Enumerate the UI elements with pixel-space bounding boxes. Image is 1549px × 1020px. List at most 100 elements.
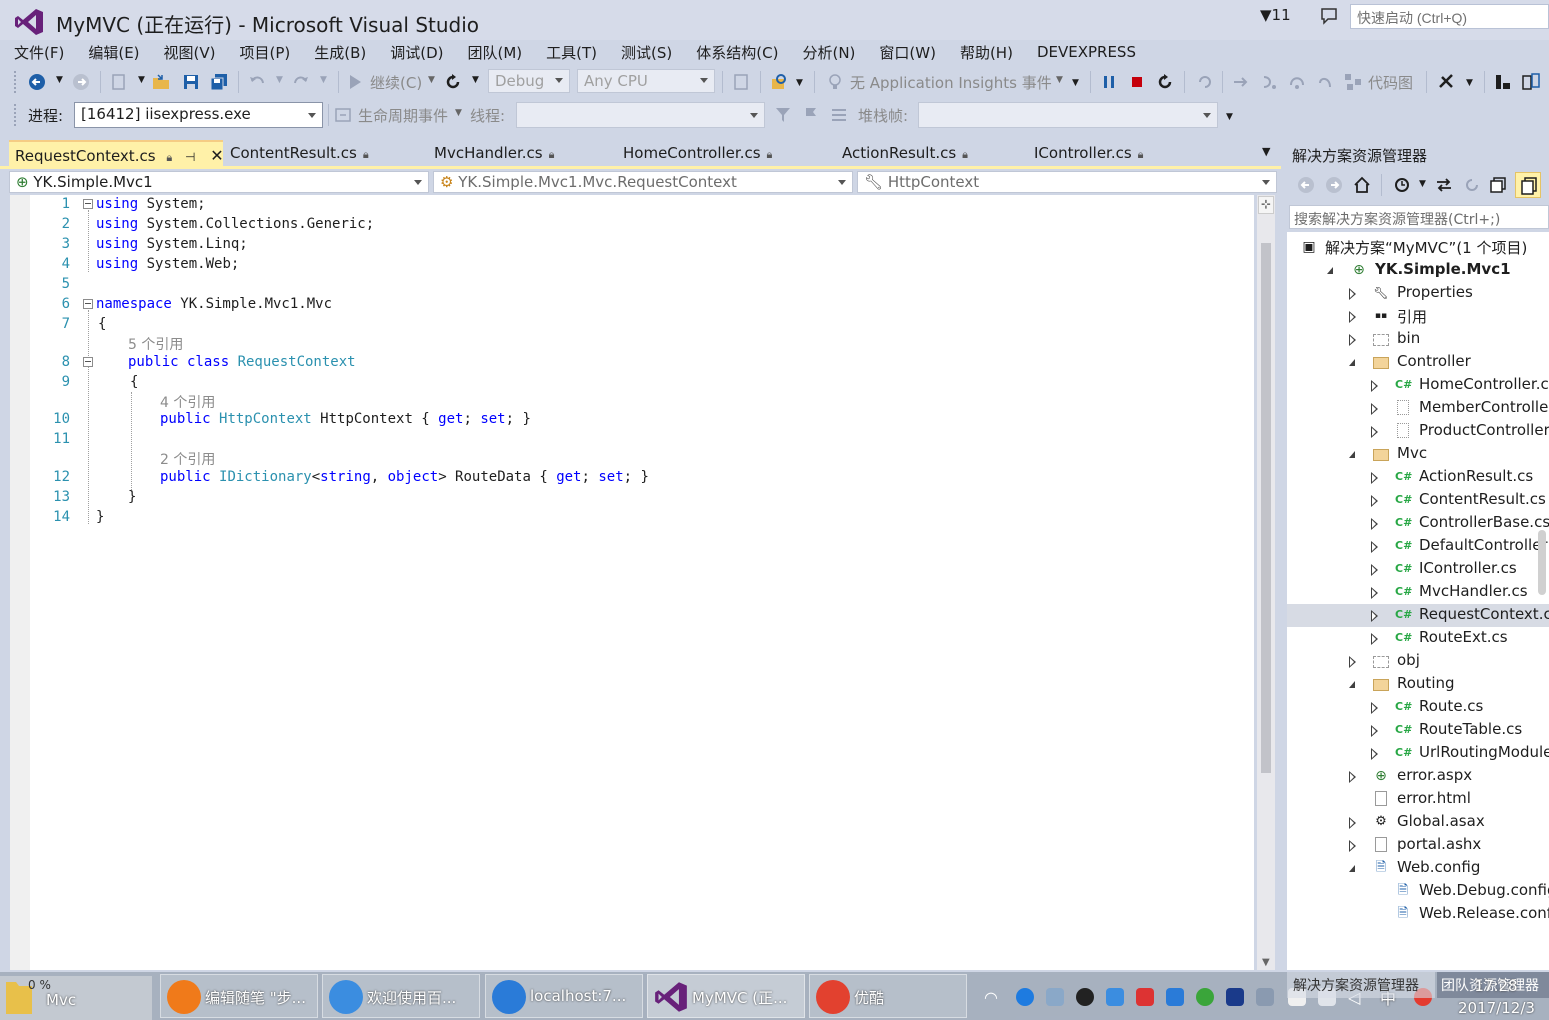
continue-icon[interactable] <box>346 73 364 91</box>
process-select[interactable]: [16412] iisexpress.exe <box>74 102 323 128</box>
tree-item[interactable]: C# ControllerBase.cs <box>1287 512 1549 535</box>
tree-item[interactable]: C# IController.cs <box>1287 558 1549 581</box>
taskbar-youku[interactable]: 优酷 <box>809 974 967 1018</box>
tab-content-result[interactable]: ContentResult.cs 🔒︎ <box>224 140 375 166</box>
close-icon[interactable]: ✕ <box>210 146 223 165</box>
solution-configuration-select[interactable]: Debug <box>488 69 570 93</box>
collapsed-arrow-icon[interactable] <box>1371 587 1378 599</box>
tab-request-context[interactable]: RequestContext.cs 🔒︎ ⊣ ✕ <box>9 140 224 166</box>
tree-item[interactable]: ⊕ YK.Simple.Mvc1 <box>1287 259 1549 282</box>
tree-item[interactable]: 🗎 Web.Debug.config <box>1287 880 1549 903</box>
collapsed-arrow-icon[interactable] <box>1349 840 1356 852</box>
navigate-forward-icon[interactable] <box>72 73 90 91</box>
code-line[interactable]: using System; <box>96 196 206 212</box>
collapsed-arrow-icon[interactable] <box>1349 288 1356 300</box>
continue-button-label[interactable]: 继续(C) <box>370 72 422 93</box>
chevron-down-icon[interactable]: ▼ <box>455 108 462 118</box>
code-lens-references[interactable]: 5 个引用 <box>128 334 183 354</box>
tree-item[interactable]: C# HomeController.cs <box>1287 374 1549 397</box>
tree-item[interactable]: ▣ 解决方案“MyMVC”(1 个项目) <box>1287 236 1549 259</box>
chevron-down-icon[interactable]: ▼ <box>138 75 145 85</box>
code-line[interactable]: public IDictionary<string, object> Route… <box>160 469 649 485</box>
step-out-icon[interactable] <box>1316 73 1334 91</box>
member-select[interactable]: 🔧︎ HttpContext <box>857 171 1277 193</box>
scrollbar-thumb[interactable] <box>1261 243 1271 773</box>
taskbar-folder-button[interactable]: 0 % Mvc <box>0 976 152 1020</box>
save-all-icon[interactable] <box>210 73 228 91</box>
flag-threads-icon[interactable] <box>802 106 820 124</box>
code-line[interactable]: using System.Web; <box>96 256 239 272</box>
indicator-margin[interactable] <box>10 195 30 970</box>
application-insights-icon[interactable] <box>826 73 844 91</box>
split-window-icon[interactable]: ⊹ <box>1258 196 1274 214</box>
solution-search-input[interactable]: 搜索解决方案资源管理器(Ctrl+;) <box>1289 205 1549 229</box>
tab-icontroller[interactable]: IController.cs 🔒︎ <box>1028 140 1150 166</box>
tree-item[interactable]: ⊕ error.aspx <box>1287 765 1549 788</box>
collapsed-arrow-icon[interactable] <box>1349 311 1356 323</box>
restart-icon[interactable] <box>444 73 462 91</box>
tree-item[interactable]: obj <box>1287 650 1549 673</box>
sync-icon[interactable] <box>1435 176 1453 194</box>
expanded-arrow-icon[interactable] <box>1349 359 1355 366</box>
tree-item[interactable]: C# RouteTable.cs <box>1287 719 1549 742</box>
tree-item[interactable]: 🗎 Web.Release.config <box>1287 903 1549 926</box>
collapsed-arrow-icon[interactable] <box>1371 472 1378 484</box>
tree-item[interactable]: C# DefaultControllerFact <box>1287 535 1549 558</box>
collapsed-arrow-icon[interactable] <box>1349 771 1356 783</box>
home-icon[interactable] <box>1353 176 1371 194</box>
layout-icon[interactable] <box>1494 73 1512 91</box>
collapsed-arrow-icon[interactable] <box>1371 518 1378 530</box>
collapsed-arrow-icon[interactable] <box>1349 656 1356 668</box>
exception-settings-icon[interactable] <box>1438 73 1456 91</box>
forward-icon[interactable] <box>1325 176 1343 194</box>
apply-code-changes-icon[interactable] <box>1196 73 1214 91</box>
quick-launch-input[interactable]: 快速启动 (Ctrl+Q) <box>1350 4 1549 29</box>
notification-flag[interactable]: ▼11 <box>1260 6 1291 24</box>
menu-project[interactable]: 项目(P) <box>240 42 291 63</box>
menu-help[interactable]: 帮助(H) <box>960 42 1013 63</box>
tree-item[interactable]: portal.ashx <box>1287 834 1549 857</box>
chevron-down-icon[interactable]: ▼ <box>472 75 479 85</box>
solution-platform-select[interactable]: Any CPU <box>577 69 715 93</box>
usb-tray-icon[interactable] <box>1256 988 1274 1006</box>
code-map-label[interactable]: 代码图 <box>1368 72 1413 93</box>
wifi-icon[interactable]: ◠ <box>984 988 1002 1007</box>
menu-test[interactable]: 测试(S) <box>621 42 672 63</box>
collapsed-arrow-icon[interactable] <box>1371 725 1378 737</box>
project-select[interactable]: ⊕ YK.Simple.Mvc1 <box>9 171 429 193</box>
code-line[interactable]: using System.Linq; <box>96 236 248 252</box>
tree-item[interactable]: Mvc <box>1287 443 1549 466</box>
filter-icon[interactable] <box>774 106 792 124</box>
tree-item[interactable]: bin <box>1287 328 1549 351</box>
chevron-down-icon[interactable]: ▼ <box>796 78 803 88</box>
collapsed-arrow-icon[interactable] <box>1371 380 1378 392</box>
new-project-icon[interactable] <box>110 73 128 91</box>
step-into-icon[interactable] <box>1260 73 1278 91</box>
collapsed-arrow-icon[interactable] <box>1371 495 1378 507</box>
pin-icon[interactable]: ⊣ <box>185 150 195 164</box>
undo-icon[interactable] <box>248 73 266 91</box>
history-icon[interactable] <box>1393 176 1411 194</box>
ime-tool-tray-icon[interactable] <box>1166 988 1184 1006</box>
toolbar-grip[interactable] <box>14 71 18 93</box>
chevron-down-icon[interactable]: ▼ <box>1056 75 1063 85</box>
taskbar-localhost[interactable]: localhost:7... <box>485 974 643 1018</box>
find-in-files-icon[interactable] <box>770 73 788 91</box>
tree-item[interactable]: C# Route.cs <box>1287 696 1549 719</box>
thread-select[interactable] <box>516 102 765 128</box>
chevron-down-icon[interactable]: ▼ <box>276 75 283 85</box>
code-line[interactable]: { <box>98 316 106 332</box>
code-line[interactable]: } <box>96 509 104 525</box>
collapse-outline-icon[interactable] <box>83 199 93 209</box>
menu-analyze[interactable]: 分析(N) <box>802 42 855 63</box>
show-all-files-button[interactable] <box>1515 172 1541 198</box>
menu-devexpress[interactable]: DEVEXPRESS <box>1037 43 1136 61</box>
menu-view[interactable]: 视图(V) <box>164 42 216 63</box>
taskbar-blog-editor[interactable]: 编辑随笔 "步... <box>160 974 318 1018</box>
collapsed-arrow-icon[interactable] <box>1371 541 1378 553</box>
chevron-down-icon[interactable]: ▼ <box>1466 78 1473 88</box>
collapsed-arrow-icon[interactable] <box>1371 702 1378 714</box>
taskbar-visual-studio[interactable]: MyMVC (正... <box>647 974 805 1018</box>
menu-debug[interactable]: 调试(D) <box>390 42 443 63</box>
chevron-down-icon[interactable]: ▼ <box>428 75 435 85</box>
